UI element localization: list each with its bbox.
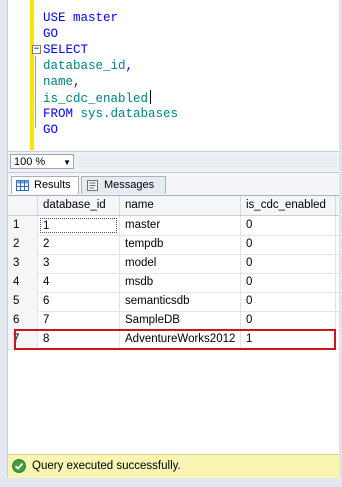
grid-header: database_id name is_cdc_enabled (8, 196, 339, 216)
cell-is-cdc-enabled[interactable]: 0 (241, 311, 336, 330)
collapse-icon[interactable]: − (32, 45, 41, 54)
row-number[interactable]: 2 (8, 235, 38, 254)
code-line[interactable]: SELECT − (32, 42, 178, 128)
cell-database-id[interactable]: 1 (38, 216, 120, 235)
table-row[interactable]: 5 6 semanticsdb 0 (8, 292, 339, 312)
sql-keyword: FROM (43, 107, 81, 121)
cell-is-cdc-enabled[interactable]: 0 (241, 292, 336, 311)
sql-keyword: GO (43, 27, 59, 41)
left-panel-edge (0, 0, 8, 487)
status-bar: Query executed successfully. (8, 454, 339, 478)
cell-database-id[interactable]: 2 (38, 235, 120, 254)
row-number[interactable]: 5 (8, 292, 38, 311)
code-line[interactable]: FROM sys.databases (43, 106, 178, 122)
table-row[interactable]: 6 7 SampleDB 0 (8, 311, 339, 331)
table-row[interactable]: 4 4 msdb 0 (8, 273, 339, 293)
results-grid[interactable]: database_id name is_cdc_enabled 1 1 master… (8, 196, 339, 451)
column-header-is-cdc-enabled[interactable]: is_cdc_enabled (241, 196, 336, 215)
results-tabs: Results Messages (8, 173, 339, 196)
tab-results-label: Results (34, 179, 71, 191)
row-number[interactable]: 4 (8, 273, 38, 292)
sql-identifier: database_id (43, 59, 126, 73)
cell-name[interactable]: msdb (120, 273, 241, 292)
column-header-name[interactable]: name (120, 196, 241, 215)
cell-name[interactable]: master (120, 216, 241, 235)
table-row[interactable]: 2 2 tempdb 0 (8, 235, 339, 255)
cell-database-id[interactable]: 7 (38, 311, 120, 330)
bottom-edge (0, 478, 342, 487)
zoom-select[interactable]: 100 % ▼ (10, 154, 74, 169)
table-row[interactable]: 1 1 master 0 (8, 216, 339, 236)
row-number[interactable]: 3 (8, 254, 38, 273)
code-line[interactable]: GO (43, 26, 178, 42)
success-check-icon (12, 459, 26, 473)
cell-is-cdc-enabled[interactable]: 0 (241, 235, 336, 254)
column-header-database-id[interactable]: database_id (38, 196, 120, 215)
code-line[interactable]: database_id, (43, 58, 178, 74)
cell-name[interactable]: semanticsdb (120, 292, 241, 311)
cell-database-id[interactable]: 3 (38, 254, 120, 273)
sql-keyword: , (125, 59, 134, 73)
sql-identifier: sys.databases (80, 107, 179, 121)
zoom-bar: 100 % ▼ (8, 151, 339, 173)
cell-is-cdc-enabled[interactable]: 0 (241, 273, 336, 292)
sql-keyword: USE (43, 11, 74, 25)
sql-identifier: name (43, 75, 74, 89)
cell-database-id[interactable]: 6 (38, 292, 120, 311)
code-line[interactable]: name, (43, 74, 178, 90)
zoom-value: 100 % (14, 156, 46, 168)
cell-is-cdc-enabled[interactable]: 0 (241, 254, 336, 273)
selected-cell-value: 1 (40, 218, 117, 233)
sql-keyword: master (73, 11, 119, 25)
highlight-box (14, 329, 336, 350)
tab-messages-label: Messages (104, 179, 155, 191)
tab-messages[interactable]: Messages (81, 176, 166, 194)
row-number[interactable]: 1 (8, 216, 38, 235)
status-message: Query executed successfully. (32, 460, 181, 472)
text-cursor (150, 90, 152, 104)
messages-icon (87, 180, 98, 191)
code-line[interactable]: GO (43, 122, 178, 138)
cell-name[interactable]: model (120, 254, 241, 273)
tab-results[interactable]: Results (11, 176, 79, 194)
code-line[interactable]: is_cdc_enabled (43, 90, 178, 106)
cell-name[interactable]: tempdb (120, 235, 241, 254)
cell-database-id[interactable]: 4 (38, 273, 120, 292)
row-number[interactable]: 6 (8, 311, 38, 330)
sql-keyword: , (73, 75, 81, 89)
grid-icon (16, 180, 29, 191)
cell-is-cdc-enabled[interactable]: 0 (241, 216, 336, 235)
sql-identifier: is_cdc_enabled (43, 92, 149, 106)
row-number-header[interactable] (8, 196, 38, 215)
code-lines[interactable]: USE master GO SELECT − database_id, name, is_c… (32, 10, 178, 138)
fold-guide (35, 56, 36, 128)
cell-name[interactable]: SampleDB (120, 311, 241, 330)
sql-keyword: SELECT (43, 43, 89, 57)
code-line[interactable]: USE master (43, 10, 178, 26)
query-editor[interactable]: USE master GO SELECT − database_id, name, is_c… (8, 0, 339, 150)
horizontal-scrollbar[interactable] (78, 156, 337, 167)
change-indicator-bar (30, 0, 34, 150)
table-row[interactable]: 3 3 model 0 (8, 254, 339, 274)
sql-keyword: GO (43, 123, 59, 137)
dropdown-arrow-icon[interactable]: ▼ (63, 155, 71, 170)
